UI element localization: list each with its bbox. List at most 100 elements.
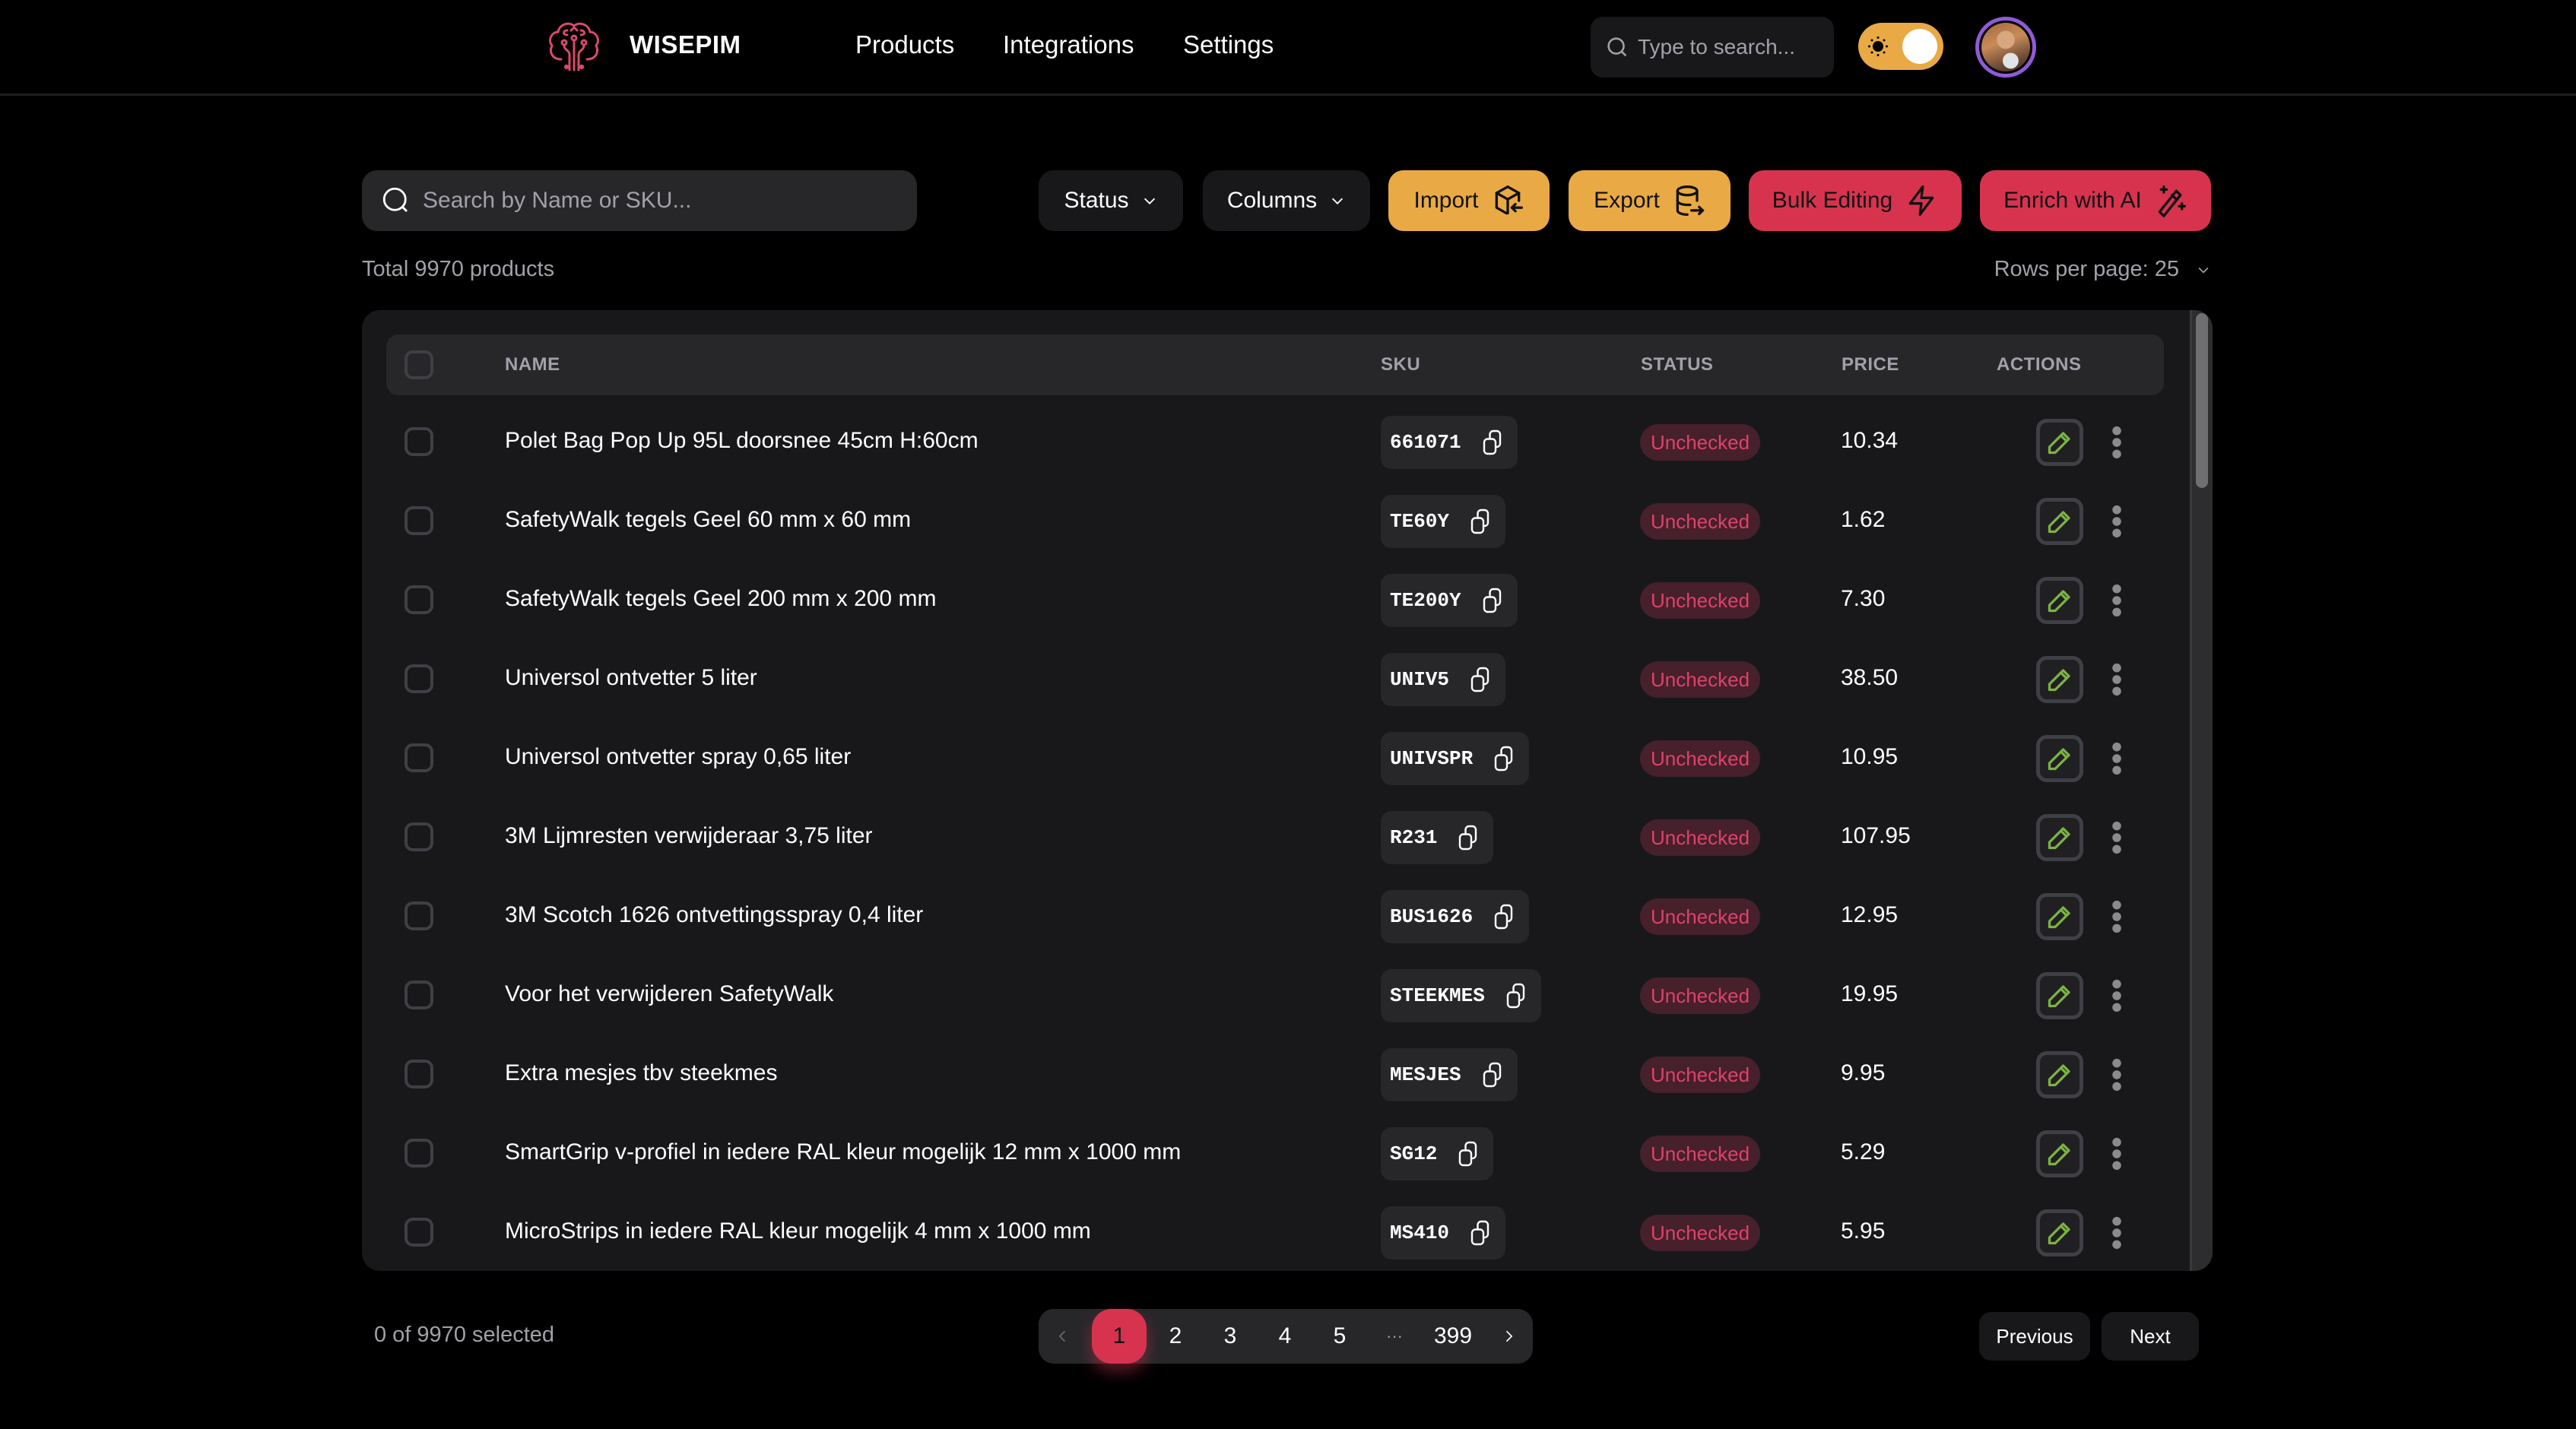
- product-name[interactable]: SmartGrip v-profiel in iedere RAL kleur …: [505, 1139, 1181, 1165]
- product-name[interactable]: SafetyWalk tegels Geel 200 mm x 200 mm: [505, 586, 936, 612]
- more-options-icon[interactable]: [2108, 583, 2126, 618]
- global-search[interactable]: [1591, 17, 1834, 78]
- lightning-icon: [1908, 185, 1934, 216]
- edit-button[interactable]: [2036, 735, 2083, 782]
- row-checkbox[interactable]: [404, 901, 433, 930]
- edit-button[interactable]: [2036, 1051, 2083, 1098]
- status-filter-button[interactable]: Status: [1039, 170, 1183, 231]
- pagination-page-last[interactable]: 399: [1419, 1309, 1487, 1364]
- pagination-page-1[interactable]: 1: [1092, 1309, 1147, 1364]
- edit-button[interactable]: [2036, 498, 2083, 545]
- more-options-icon[interactable]: [2108, 504, 2126, 539]
- more-options-icon[interactable]: [2108, 1057, 2126, 1092]
- row-checkbox[interactable]: [404, 506, 433, 535]
- row-checkbox[interactable]: [404, 1218, 433, 1247]
- row-checkbox[interactable]: [404, 664, 433, 693]
- edit-button[interactable]: [2036, 1130, 2083, 1177]
- copy-icon[interactable]: [1503, 982, 1531, 1009]
- global-search-input[interactable]: [1638, 35, 1828, 59]
- pagination-page-3[interactable]: 3: [1207, 1309, 1253, 1364]
- copy-icon[interactable]: [1491, 903, 1518, 930]
- sku-code: TE60Y: [1390, 510, 1450, 533]
- brain-tree-logo-icon[interactable]: [546, 20, 602, 73]
- product-price: 7.30: [1841, 586, 1886, 611]
- row-checkbox[interactable]: [404, 981, 433, 1009]
- row-checkbox[interactable]: [404, 1060, 433, 1088]
- product-name[interactable]: Polet Bag Pop Up 95L doorsnee 45cm H:60c…: [505, 428, 979, 454]
- copy-icon[interactable]: [1467, 1219, 1495, 1247]
- pagination-page-5[interactable]: 5: [1317, 1309, 1363, 1364]
- row-checkbox[interactable]: [404, 822, 433, 851]
- row-checkbox[interactable]: [404, 1139, 433, 1168]
- pagination-page-4[interactable]: 4: [1262, 1309, 1308, 1364]
- column-header-status[interactable]: STATUS: [1641, 354, 1713, 375]
- pagination-page-2[interactable]: 2: [1153, 1309, 1198, 1364]
- enrich-with-ai-button[interactable]: Enrich with AI: [1980, 170, 2211, 231]
- pencil-icon: [2048, 827, 2070, 850]
- rows-per-page-select[interactable]: Rows per page: 25: [1994, 257, 2211, 282]
- bulk-editing-button[interactable]: Bulk Editing: [1749, 170, 1962, 231]
- copy-icon[interactable]: [1480, 587, 1507, 614]
- more-options-icon[interactable]: [2108, 1215, 2126, 1250]
- copy-icon[interactable]: [1491, 745, 1518, 772]
- edit-button[interactable]: [2036, 814, 2083, 861]
- sku-code: SG12: [1390, 1142, 1438, 1165]
- table-scrollbar[interactable]: [2190, 310, 2213, 1271]
- table-row: Universol ontvetter spray 0,65 liter UNI…: [362, 718, 2187, 797]
- more-options-icon[interactable]: [2108, 1136, 2126, 1171]
- copy-icon[interactable]: [1480, 1061, 1507, 1088]
- columns-button[interactable]: Columns: [1203, 170, 1370, 231]
- sku-chip: MESJES: [1381, 1048, 1518, 1101]
- copy-icon[interactable]: [1467, 508, 1495, 535]
- edit-button[interactable]: [2036, 419, 2083, 466]
- column-header-sku[interactable]: SKU: [1381, 354, 1420, 375]
- more-options-icon[interactable]: [2108, 425, 2126, 460]
- edit-button[interactable]: [2036, 972, 2083, 1019]
- copy-icon[interactable]: [1455, 1140, 1483, 1168]
- product-search[interactable]: [362, 170, 917, 231]
- product-name[interactable]: Universol ontvetter 5 liter: [505, 665, 757, 691]
- theme-toggle[interactable]: [1858, 23, 1943, 70]
- product-name[interactable]: 3M Lijmresten verwijderaar 3,75 liter: [505, 823, 873, 849]
- product-name[interactable]: MicroStrips in iedere RAL kleur mogelijk…: [505, 1218, 1091, 1244]
- product-search-input[interactable]: [423, 188, 894, 214]
- row-checkbox[interactable]: [404, 427, 433, 456]
- nav-integrations[interactable]: Integrations: [1003, 30, 1134, 59]
- more-options-icon[interactable]: [2108, 662, 2126, 697]
- product-price: 12.95: [1841, 902, 1899, 927]
- select-all-checkbox[interactable]: [404, 350, 433, 379]
- pagination-next-arrow[interactable]: [1489, 1309, 1528, 1364]
- edit-button[interactable]: [2036, 893, 2083, 940]
- more-options-icon[interactable]: [2108, 820, 2126, 855]
- product-name[interactable]: 3M Scotch 1626 ontvettingsspray 0,4 lite…: [505, 902, 923, 928]
- product-name[interactable]: Universol ontvetter spray 0,65 liter: [505, 744, 851, 770]
- previous-button[interactable]: Previous: [1979, 1312, 2090, 1361]
- scrollbar-thumb[interactable]: [2196, 313, 2208, 488]
- edit-button[interactable]: [2036, 1209, 2083, 1256]
- row-checkbox[interactable]: [404, 743, 433, 772]
- product-name[interactable]: Voor het verwijderen SafetyWalk: [505, 981, 833, 1007]
- sku-code: 661071: [1390, 431, 1461, 454]
- edit-button[interactable]: [2036, 577, 2083, 624]
- copy-icon[interactable]: [1480, 429, 1507, 456]
- copy-icon[interactable]: [1455, 824, 1483, 851]
- column-header-name[interactable]: NAME: [505, 354, 560, 375]
- nav-settings[interactable]: Settings: [1183, 30, 1274, 59]
- edit-button[interactable]: [2036, 656, 2083, 703]
- row-checkbox[interactable]: [404, 585, 433, 614]
- nav-products[interactable]: Products: [855, 30, 954, 59]
- column-header-price[interactable]: PRICE: [1842, 354, 1899, 375]
- pagination-prev-arrow[interactable]: [1042, 1309, 1084, 1364]
- export-button[interactable]: Export: [1569, 170, 1731, 231]
- next-button[interactable]: Next: [2102, 1312, 2199, 1361]
- product-name[interactable]: Extra mesjes tbv steekmes: [505, 1060, 777, 1086]
- copy-icon[interactable]: [1467, 666, 1495, 693]
- more-options-icon[interactable]: [2108, 978, 2126, 1013]
- sku-chip: TE60Y: [1381, 495, 1506, 548]
- pencil-icon: [2048, 1222, 2070, 1245]
- more-options-icon[interactable]: [2108, 741, 2126, 776]
- more-options-icon[interactable]: [2108, 899, 2126, 934]
- user-avatar[interactable]: [1975, 17, 2036, 78]
- import-button[interactable]: Import: [1388, 170, 1550, 231]
- product-name[interactable]: SafetyWalk tegels Geel 60 mm x 60 mm: [505, 507, 911, 533]
